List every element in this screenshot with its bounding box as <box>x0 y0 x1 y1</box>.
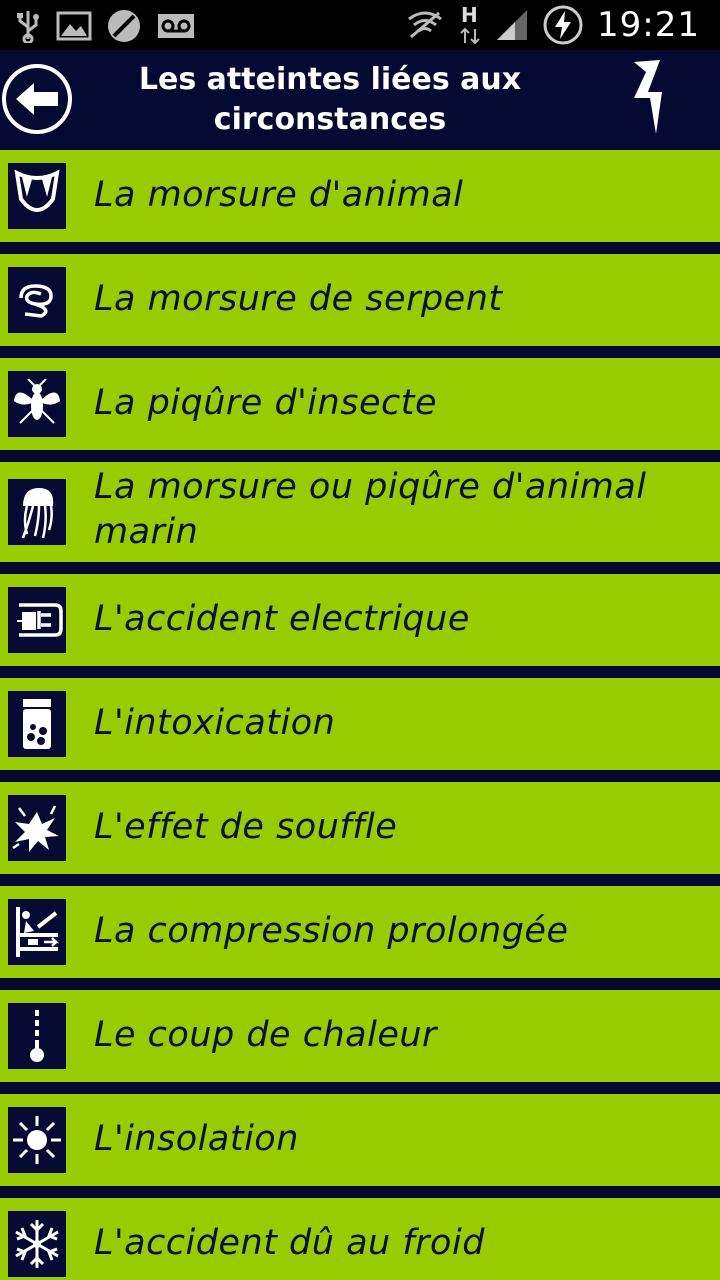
page-title: Les atteintes liées aux circonstances <box>110 60 550 140</box>
title-line-2: circonstances <box>213 102 447 137</box>
list-item-insect-sting[interactable]: La piqûre d'insecte <box>0 358 720 450</box>
snowflake-icon <box>15 1220 59 1268</box>
list-item-label: La morsure ou piqûre d'animal marin <box>94 467 647 552</box>
list-item-sunstroke[interactable]: L'insolation <box>0 1094 720 1186</box>
gallery-icon <box>56 11 92 41</box>
sun-icon <box>13 1116 61 1164</box>
plug-icon <box>17 603 63 637</box>
network-type-label: H <box>461 3 478 27</box>
list-item-label: La piqûre d'insecte <box>94 383 437 423</box>
list-item-label: L'effet de souffle <box>94 807 398 847</box>
list-item-intoxication[interactable]: L'intoxication <box>0 678 720 770</box>
snake-icon <box>19 284 53 318</box>
clock: 19:21 <box>597 5 700 45</box>
title-line-1: Les atteintes liées aux <box>138 62 522 97</box>
crush-icon <box>16 907 60 957</box>
list-item-label: L'accident electrique <box>94 599 470 639</box>
list-item-electric-accident[interactable]: L'accident electrique <box>0 574 720 666</box>
blocked-icon <box>108 10 140 42</box>
usb-icon <box>17 11 39 43</box>
list-item-label: La morsure de serpent <box>94 279 503 319</box>
list-item-marine-animal[interactable]: La morsure ou piqûre d'animal marin <box>0 462 720 562</box>
list-item-snake-bite[interactable]: La morsure de serpent <box>0 254 720 346</box>
list-item-label: Le coup de chaleur <box>94 1015 437 1055</box>
arrow-left-icon <box>16 83 58 115</box>
wasp-icon <box>14 379 60 424</box>
voicemail-icon <box>158 14 194 38</box>
back-button[interactable] <box>2 64 72 134</box>
fangs-icon <box>14 169 60 212</box>
battery-charging-icon <box>543 5 583 45</box>
list-item-prolonged-compression[interactable]: La compression prolongée <box>0 886 720 978</box>
explosion-icon <box>12 805 59 852</box>
list-item-label: L'insolation <box>94 1119 299 1159</box>
pill-bottle-icon <box>23 699 51 749</box>
signal-icon <box>497 10 528 40</box>
list-item-animal-bite[interactable]: La morsure d'animal <box>0 150 720 242</box>
list-item-label: L'intoxication <box>94 703 336 743</box>
network-h-icon: H <box>459 3 481 45</box>
list-item-label: La morsure d'animal <box>94 175 464 215</box>
list-item-label: L'accident dû au froid <box>94 1223 485 1263</box>
app-header: Les atteintes liées aux circonstances <box>0 50 720 150</box>
list-item-heat-stroke[interactable]: Le coup de chaleur <box>0 990 720 1082</box>
thermometer-icon <box>30 1010 44 1062</box>
jellyfish-icon <box>21 488 54 539</box>
status-bar: H 19:21 <box>0 0 720 50</box>
list-item-label: La compression prolongée <box>94 911 569 951</box>
wifi-off-icon <box>408 11 442 39</box>
lightning-icon <box>634 60 662 134</box>
list-item-cold-accident[interactable]: L'accident dû au froid <box>0 1198 720 1280</box>
list-item-blast-effect[interactable]: L'effet de souffle <box>0 782 720 874</box>
